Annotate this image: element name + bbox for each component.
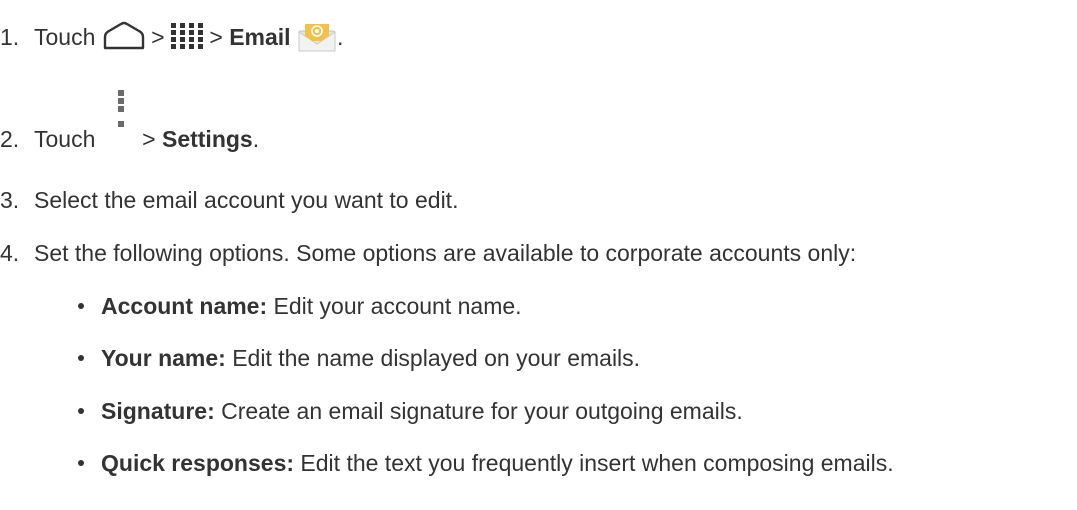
email-app-icon [297,19,337,59]
apps-icon [170,23,203,55]
step-1: 1. Touch > > Email . [0,19,343,59]
bullet-icon [78,354,84,361]
step-text: Set the following options. Some options … [34,240,857,266]
email-label: Email [229,24,291,51]
settings-label: Settings [161,126,253,153]
separator: > [151,24,165,51]
option-term: Your name: [101,345,226,371]
option-desc: Edit the text you frequently insert when… [294,450,894,476]
step-number: 2. [0,126,20,153]
bullet-icon [78,302,84,309]
bullet-icon [78,459,84,466]
option-desc: Edit the name displayed on your emails. [225,345,641,371]
list-item: Your name: Edit the name displayed on yo… [78,344,640,372]
step-2: 2. Touch > Settings. [0,90,260,164]
bullet-icon [78,407,84,414]
option-term: Quick responses: [101,450,295,476]
step-text: . [252,126,260,153]
step-number: 1. [0,24,20,51]
home-icon [103,21,145,57]
step-text: Touch [34,24,96,51]
separator: > [142,126,156,153]
option-term: Signature: [101,398,215,424]
option-term: Account name: [101,293,268,319]
step-text: Select the email account you want to edi… [34,187,459,213]
menu-icon [116,90,126,136]
step-number: 4. [0,240,20,266]
list-item: Account name: Edit your account name. [78,292,522,320]
option-desc: Edit your account name. [267,293,522,319]
step-text: . [336,24,344,51]
option-desc: Create an email signature for your outgo… [214,398,743,424]
step-3: 3. Select the email account you want to e… [0,186,458,214]
separator: > [209,24,223,51]
step-text: Touch [34,126,96,153]
list-item: Quick responses: Edit the text you frequ… [78,449,894,477]
list-item: Signature: Create an email signature for… [78,397,743,425]
step-number: 3. [0,187,20,213]
step-4: 4. Set the following options. Some option… [0,239,856,267]
